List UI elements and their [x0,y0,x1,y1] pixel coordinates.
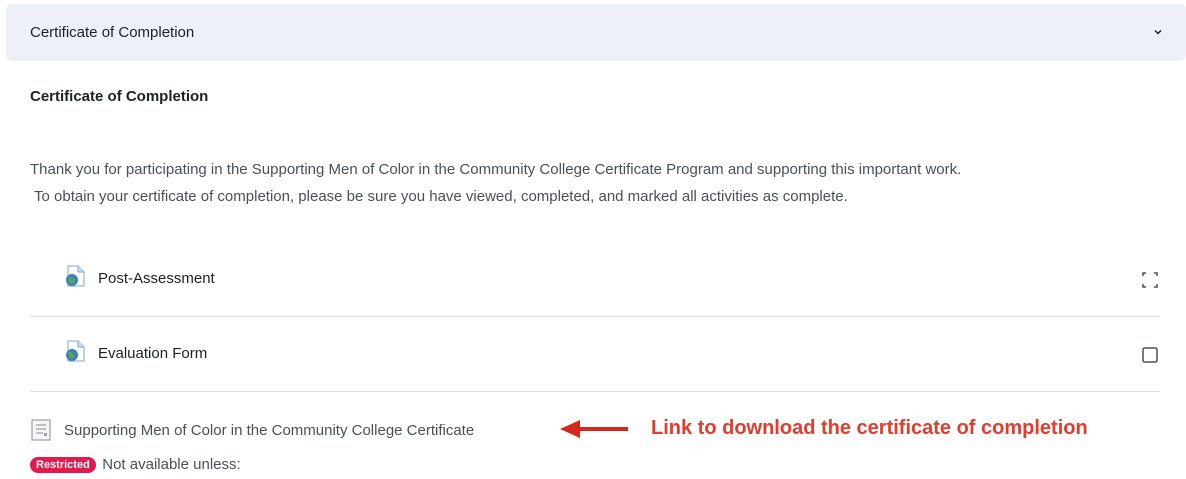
activity-evaluation-form: Evaluation Form [30,317,1160,392]
summary-title: Certificate of Completion [30,88,209,105]
restriction-info: Restricted Not available unless: [30,456,241,478]
restricted-badge: Restricted [30,456,96,473]
activity-link-post-assessment[interactable]: Post-Assessment [98,270,215,287]
manual-completion-checkbox[interactable] [1142,347,1158,363]
chevron-down-icon[interactable] [1150,24,1166,40]
activity-post-assessment: Post-Assessment [30,242,1160,317]
section-header-title[interactable]: Certificate of Completion [30,24,194,41]
summary-line-1: Thank you for participating in the Suppo… [30,161,962,178]
document-icon [31,419,51,441]
restriction-text: Not available unless: [102,456,241,474]
section-summary: Thank you for participating in the Suppo… [30,156,1180,210]
auto-completion-icon [1142,272,1158,288]
certificate-activity-name: Supporting Men of Color in the Community… [64,422,475,439]
annotation-arrow-icon [560,420,628,438]
url-globe-icon[interactable] [64,339,88,363]
summary-line-2: To obtain your certificate of completion… [34,188,848,205]
url-globe-icon[interactable] [64,264,88,288]
activity-link-evaluation-form[interactable]: Evaluation Form [98,345,207,362]
annotation-label: Link to download the certificate of comp… [651,417,1088,439]
section-header[interactable]: Certificate of Completion [6,4,1186,61]
